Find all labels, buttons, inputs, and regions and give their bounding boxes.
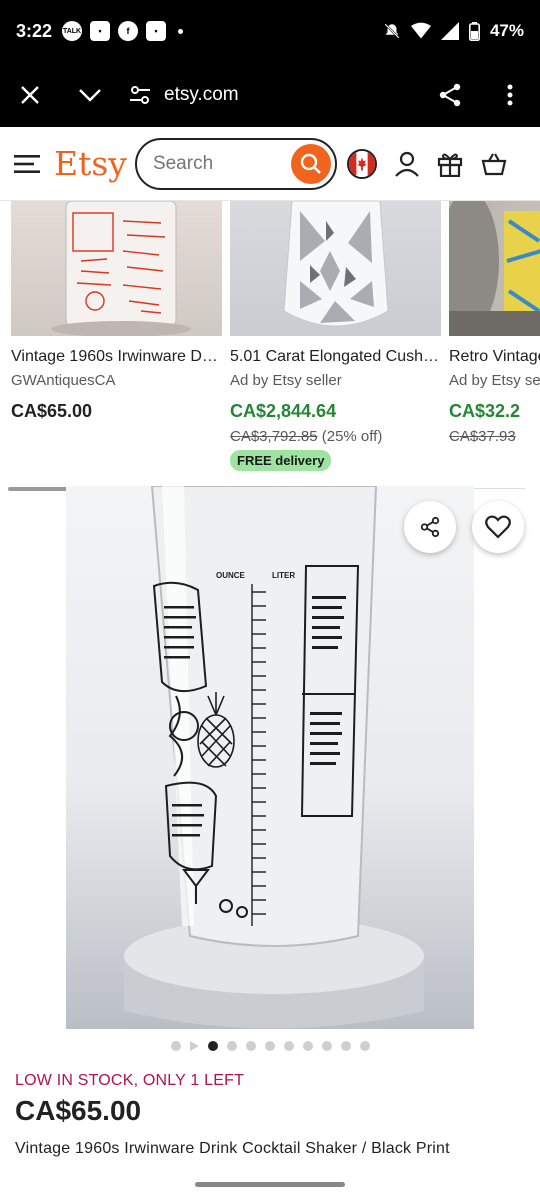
share-icon	[439, 83, 461, 106]
card-original-price-row: CA$37.93	[449, 428, 540, 445]
browser-toolbar: etsy.com	[0, 62, 540, 127]
product-image[interactable]: OUNCE LITER	[66, 486, 474, 1029]
etsy-header: Etsy	[0, 127, 540, 201]
url-text[interactable]: etsy.com	[164, 84, 239, 106]
facebook-icon: f	[118, 21, 139, 41]
close-icon	[21, 85, 39, 104]
search-box[interactable]	[134, 137, 337, 190]
card-original-price: CA$3,792.85	[230, 428, 318, 445]
close-tab-button[interactable]	[0, 65, 60, 125]
more-notifications-dot	[178, 28, 184, 34]
dnd-bell-icon	[384, 23, 400, 39]
card-price: CA$65.00	[11, 401, 93, 421]
search-button[interactable]	[290, 143, 331, 184]
favorite-button[interactable]	[472, 501, 524, 553]
browser-menu-button[interactable]	[480, 65, 540, 125]
related-items-carousel[interactable]: Vintage 1960s Irwinware Drink Cocktail S…	[0, 201, 540, 481]
pagination-dot[interactable]	[302, 1041, 313, 1051]
share-icon	[420, 516, 440, 538]
menu-button[interactable]	[0, 134, 54, 194]
heart-icon	[485, 515, 511, 539]
etsy-logo[interactable]: Etsy	[54, 144, 127, 183]
svg-text:LITER: LITER	[272, 571, 295, 580]
card-title[interactable]: Vintage 1960s Irwinware Drink Cocktail S…	[11, 348, 222, 366]
card-sale-price: CA$32.2	[449, 401, 521, 421]
app-icon: ▪	[146, 21, 167, 41]
card-discount: (25% off)	[321, 428, 383, 445]
card-original-price-row: CA$3,792.85 (25% off)	[230, 428, 441, 445]
chevron-down-icon	[79, 88, 101, 102]
battery-icon	[468, 21, 480, 41]
pagination-dot[interactable]	[264, 1041, 275, 1051]
svg-text:OUNCE: OUNCE	[216, 571, 246, 580]
pagination-dot[interactable]	[226, 1041, 237, 1051]
app-icon: ▪	[90, 21, 111, 41]
card-title[interactable]: Retro Vintage	[449, 348, 540, 366]
pagination-dot[interactable]	[340, 1041, 351, 1051]
gift-icon[interactable]	[437, 151, 463, 177]
product-price: CA$65.00	[15, 1095, 142, 1126]
card-sale-price: CA$2,844.64	[230, 401, 337, 421]
pagination-dot[interactable]	[245, 1041, 256, 1051]
free-delivery-badge: FREE delivery	[230, 450, 332, 471]
signal-icon	[440, 22, 459, 40]
cart-icon[interactable]	[481, 152, 507, 176]
search-input[interactable]	[152, 152, 283, 175]
stock-notice: LOW IN STOCK, ONLY 1 LEFT	[15, 1072, 245, 1089]
status-right: 47%	[383, 21, 524, 41]
card-ad-label: Ad by Etsy seller	[230, 372, 342, 389]
tune-icon	[130, 85, 150, 104]
search-icon	[300, 153, 321, 174]
share-button[interactable]	[420, 65, 480, 125]
card-title[interactable]: 5.01 Carat Elongated Cushion	[230, 348, 441, 366]
pagination-dot[interactable]	[321, 1041, 332, 1051]
battery-percent: 47%	[489, 21, 524, 40]
more-vert-icon	[507, 84, 513, 105]
canada-flag-icon[interactable]	[346, 148, 377, 179]
card-ad-label: Ad by Etsy seller	[449, 372, 540, 389]
pagination-dot[interactable]	[170, 1041, 181, 1051]
pagination-dot[interactable]	[359, 1041, 370, 1051]
pagination-dot-active[interactable]	[207, 1041, 218, 1051]
card-shop: GWAntiquesCA	[11, 372, 116, 389]
talk-icon: TALK	[62, 21, 83, 41]
carousel-card[interactable]: Retro Vintage Ad by Etsy seller CA$32.2 …	[449, 201, 540, 445]
pagination-dot[interactable]	[283, 1041, 294, 1051]
notification-icons: TALK ▪ f ▪	[62, 21, 184, 41]
gesture-nav-handle[interactable]	[195, 1182, 345, 1187]
product-title: Vintage 1960s Irwinware Drink Cocktail S…	[15, 1140, 450, 1157]
collapse-button[interactable]	[60, 65, 120, 125]
card-image[interactable]	[230, 201, 441, 336]
site-settings-button[interactable]	[120, 65, 160, 125]
card-original-price: CA$37.93	[449, 428, 516, 445]
carousel-card[interactable]: 5.01 Carat Elongated Cushion Ad by Etsy …	[230, 201, 441, 471]
hamburger-icon	[14, 154, 40, 173]
account-icon[interactable]	[395, 151, 419, 177]
image-pagination	[0, 1041, 540, 1051]
status-bar: 3:22 TALK ▪ f ▪ 47%	[0, 0, 540, 62]
card-image[interactable]	[449, 201, 540, 336]
wifi-icon	[410, 22, 431, 39]
share-product-button[interactable]	[404, 501, 456, 553]
status-time: 3:22	[16, 20, 53, 41]
card-image[interactable]	[11, 201, 222, 336]
video-play-icon[interactable]	[189, 1041, 199, 1051]
carousel-card[interactable]: Vintage 1960s Irwinware Drink Cocktail S…	[11, 201, 222, 422]
